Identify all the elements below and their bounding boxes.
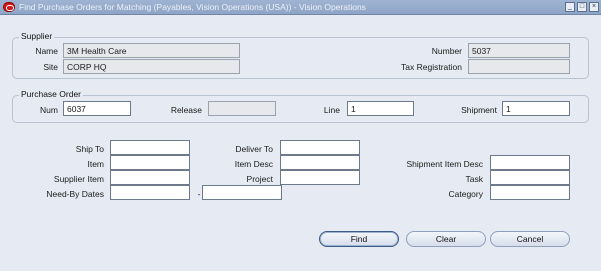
supplier-name-label: Name bbox=[35, 46, 58, 56]
supplier-site-field[interactable]: CORP HQ bbox=[63, 59, 240, 74]
po-num-label: Num bbox=[40, 105, 58, 115]
task-label: Task bbox=[465, 174, 483, 184]
close-icon[interactable]: × bbox=[589, 2, 599, 12]
item-desc-label: Item Desc bbox=[234, 159, 273, 169]
tax-registration-field[interactable] bbox=[468, 59, 570, 74]
need-by-dates-label: Need-By Dates bbox=[46, 189, 104, 199]
supplier-name-field[interactable]: 3M Health Care bbox=[63, 43, 240, 58]
need-by-from-field[interactable] bbox=[110, 185, 190, 200]
category-field[interactable] bbox=[490, 185, 570, 200]
project-field[interactable] bbox=[280, 170, 360, 185]
cancel-button[interactable]: Cancel bbox=[490, 231, 570, 247]
supplier-site-label: Site bbox=[43, 62, 58, 72]
item-desc-field[interactable] bbox=[280, 155, 360, 170]
supplier-number-label: Number bbox=[431, 46, 462, 56]
maximize-icon[interactable]: □ bbox=[577, 2, 587, 12]
item-label: Item bbox=[87, 159, 104, 169]
line-field[interactable]: 1 bbox=[347, 101, 414, 116]
supplier-item-field[interactable] bbox=[110, 170, 190, 185]
title-bar: Find Purchase Orders for Matching (Payab… bbox=[0, 0, 601, 15]
clear-button[interactable]: Clear bbox=[406, 231, 486, 247]
shipment-label: Shipment bbox=[461, 105, 497, 115]
po-num-field[interactable]: 6037 bbox=[63, 101, 131, 116]
project-label: Project bbox=[246, 174, 273, 184]
line-label: Line bbox=[323, 105, 340, 115]
ship-to-field[interactable] bbox=[110, 140, 190, 155]
shipment-field[interactable]: 1 bbox=[502, 101, 570, 116]
release-field[interactable] bbox=[208, 101, 276, 116]
oracle-app-icon bbox=[3, 2, 15, 12]
category-label: Category bbox=[448, 189, 484, 199]
tax-registration-label: Tax Registration bbox=[401, 62, 462, 72]
shipment-item-desc-field[interactable] bbox=[490, 155, 570, 170]
shipment-item-desc-label: Shipment Item Desc bbox=[406, 159, 483, 169]
item-field[interactable] bbox=[110, 155, 190, 170]
find-button[interactable]: Find bbox=[319, 231, 399, 247]
window-title: Find Purchase Orders for Matching (Payab… bbox=[19, 2, 366, 12]
ship-to-label: Ship To bbox=[75, 144, 104, 154]
deliver-to-field[interactable] bbox=[280, 140, 360, 155]
release-label: Release bbox=[170, 105, 202, 115]
need-by-to-field[interactable] bbox=[202, 185, 282, 200]
task-field[interactable] bbox=[490, 170, 570, 185]
deliver-to-label: Deliver To bbox=[235, 144, 273, 154]
minimize-icon[interactable]: _ bbox=[565, 2, 575, 12]
supplier-item-label: Supplier Item bbox=[53, 174, 104, 184]
supplier-group-title: Supplier bbox=[19, 31, 55, 41]
supplier-number-field[interactable]: 5037 bbox=[468, 43, 570, 58]
purchase-order-group-title: Purchase Order bbox=[19, 89, 83, 99]
